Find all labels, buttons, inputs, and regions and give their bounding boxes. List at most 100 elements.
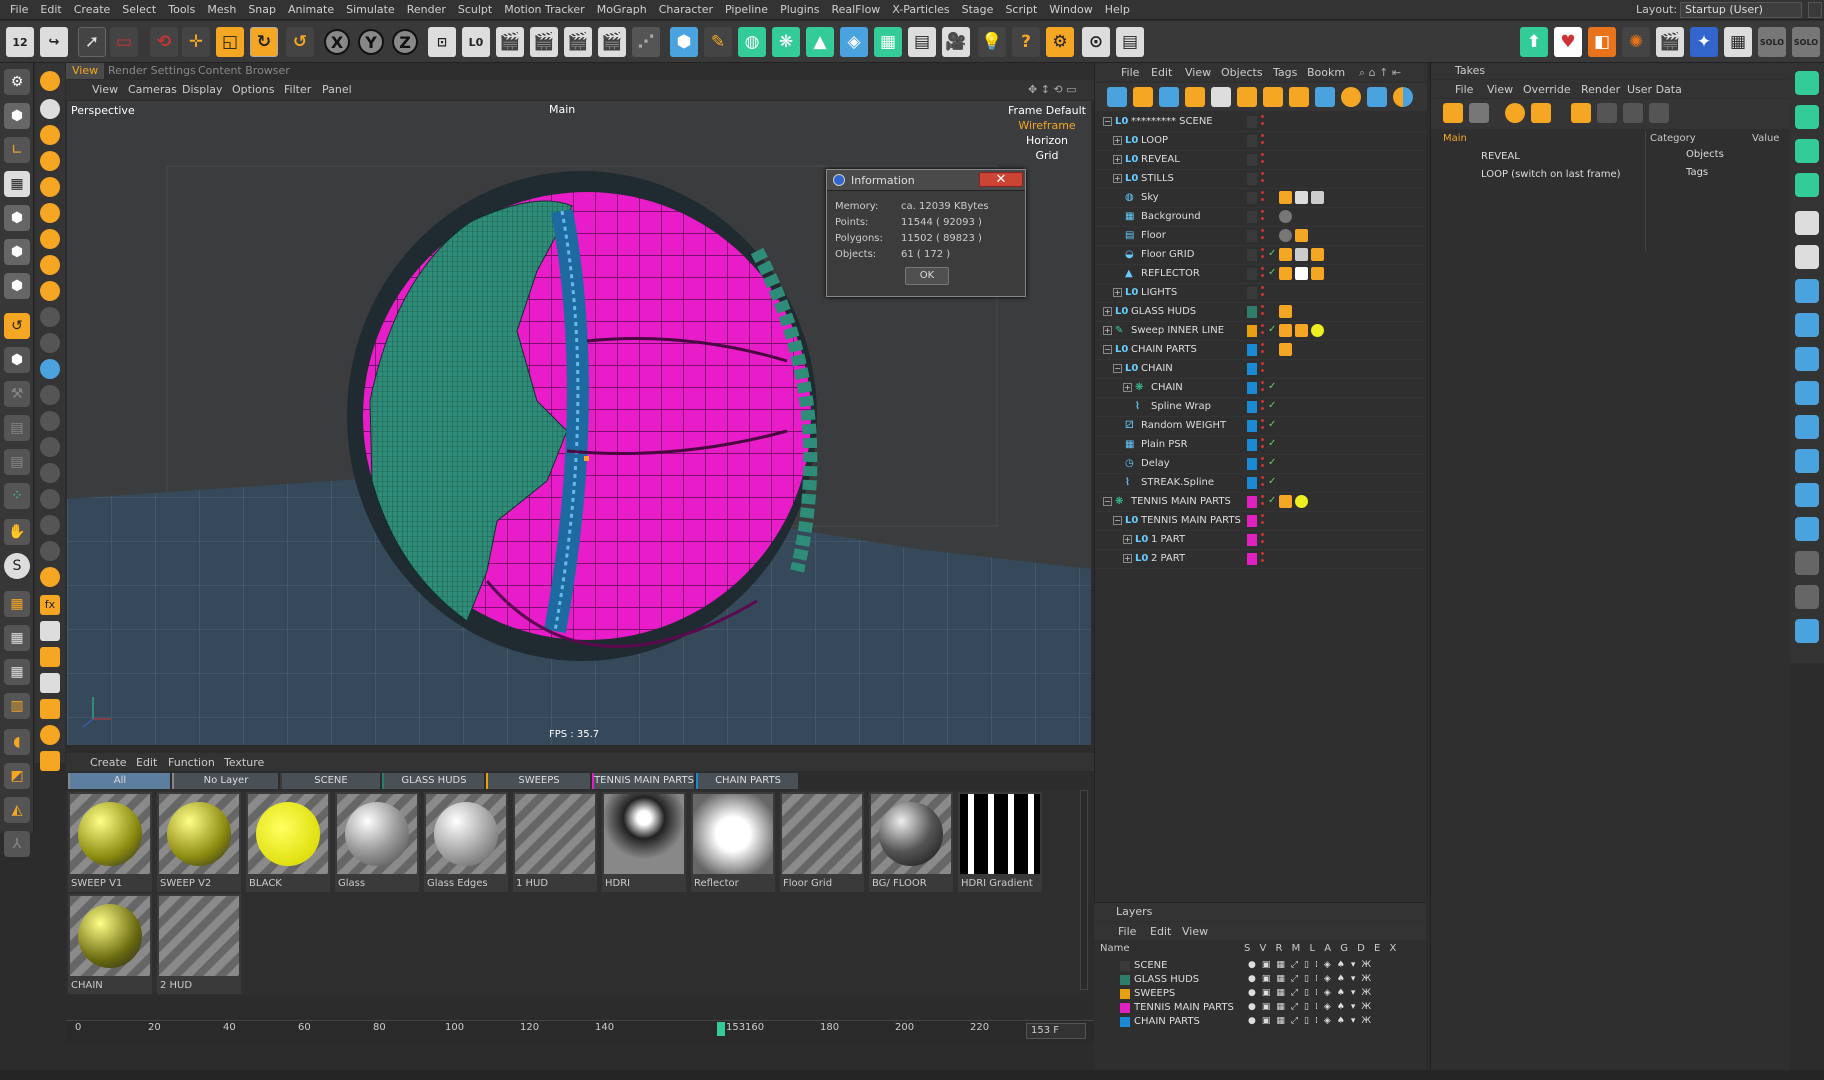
layer-row[interactable]: SCENE ●▣▦⤢▯⁞◈♠▾Ж <box>1094 959 1426 973</box>
sphere-tool3-icon[interactable] <box>40 177 60 197</box>
sphere-tool-icon[interactable] <box>40 125 60 145</box>
redo-icon[interactable]: ↪ <box>40 27 68 57</box>
right-tool-14-icon[interactable] <box>1795 517 1819 541</box>
move-icon[interactable]: ✛ <box>182 27 210 57</box>
menu-file[interactable]: File <box>4 0 34 20</box>
menu-edit[interactable]: Edit <box>34 0 67 20</box>
mesh-tool2-icon[interactable]: ▦ <box>4 659 30 685</box>
cube-icon[interactable]: ⬢ <box>670 27 698 57</box>
menu-x-particles[interactable]: X-Particles <box>886 0 955 20</box>
lasso-selection-icon[interactable]: ⟲ <box>150 27 178 57</box>
mat-menu-create[interactable]: Create <box>90 756 127 769</box>
hair-tool-icon[interactable]: ⅄ <box>4 831 30 857</box>
material-swatch[interactable]: SWEEP V1 <box>68 792 152 892</box>
mat-tab-all[interactable]: All <box>68 773 170 789</box>
box-plugin-icon[interactable]: ◧ <box>1588 27 1616 57</box>
menu-script[interactable]: Script <box>999 0 1043 20</box>
box-tool-icon[interactable]: ◩ <box>4 763 30 789</box>
render-to-picture-viewer-icon[interactable]: 🎬 <box>530 27 558 57</box>
sphere-tool4-icon[interactable] <box>40 203 60 223</box>
right-tool-5-icon[interactable] <box>1795 211 1819 235</box>
object-row[interactable]: + L0 2 PART <box>1095 550 1427 569</box>
object-row[interactable]: − L0 TENNIS MAIN PARTS <box>1095 512 1427 531</box>
viewport-nav-icons[interactable]: ✥ ↕ ⟲ ▭ <box>1028 83 1077 96</box>
object-row[interactable]: + L0 REVEAL <box>1095 151 1427 170</box>
cone-plugin-icon[interactable] <box>40 463 60 483</box>
make-editable-icon[interactable]: ⚙ <box>4 69 30 95</box>
object-row[interactable]: + L0 LIGHTS <box>1095 284 1427 303</box>
model-mode-icon[interactable]: ⬢ <box>4 103 30 129</box>
mat-tab-chain-parts[interactable]: CHAIN PARTS <box>696 773 798 789</box>
frame-tool-icon[interactable] <box>40 699 60 719</box>
sphere-tool6-icon[interactable] <box>40 255 60 275</box>
object-row[interactable]: ⚂ Random WEIGHT ✓ <box>1095 417 1427 436</box>
enable-axis-icon[interactable]: ↺ <box>4 313 30 339</box>
object-row[interactable]: − ❋ TENNIS MAIN PARTS ✓ <box>1095 493 1427 512</box>
polygons-mode-icon[interactable]: ⬢ <box>4 273 30 299</box>
takes-cat-tags[interactable]: Tags <box>1686 167 1708 178</box>
tab-view[interactable]: View <box>66 63 105 79</box>
snap-settings-icon[interactable]: ⚒ <box>4 381 30 407</box>
recent-tool-icon[interactable]: ↺ <box>286 27 314 57</box>
vp-menu-view[interactable]: View <box>92 83 118 96</box>
layer-row[interactable]: TENNIS MAIN PARTS ●▣▦⤢▯⁞◈♠▾Ж <box>1094 1001 1426 1015</box>
ok-button[interactable]: OK <box>905 267 949 285</box>
timeline-playhead[interactable] <box>717 1022 725 1036</box>
render-view-icon[interactable]: L0 <box>462 27 490 57</box>
om-menu-objects[interactable]: Objects <box>1221 66 1263 79</box>
rectangle-selection-icon[interactable]: ▭ <box>110 27 138 57</box>
menu-pipeline[interactable]: Pipeline <box>719 0 774 20</box>
vp-menu-panel[interactable]: Panel <box>322 83 352 96</box>
take-reveal[interactable]: REVEAL <box>1481 151 1520 162</box>
om-tool-select-icon[interactable] <box>1107 87 1127 107</box>
object-axis-icon[interactable]: ∟ <box>4 137 30 163</box>
background-icon[interactable]: ▤ <box>908 27 936 57</box>
om-menu-bookmarks[interactable]: Bookm <box>1307 66 1345 79</box>
close-icon[interactable]: ✕ <box>979 172 1023 187</box>
menu-create[interactable]: Create <box>68 0 117 20</box>
grid-tool-icon[interactable] <box>40 307 60 327</box>
layers-menu-file[interactable]: File <box>1118 925 1136 938</box>
menu-tools[interactable]: Tools <box>162 0 201 20</box>
object-row[interactable]: ◍ Sky <box>1095 189 1427 208</box>
om-tool-xray-icon[interactable] <box>1393 87 1413 107</box>
object-row[interactable]: ▲ REFLECTOR ✓ <box>1095 265 1427 284</box>
right-tool-2-icon[interactable] <box>1795 105 1819 129</box>
right-tool-7-icon[interactable] <box>1795 279 1819 303</box>
disabled-tool-icon[interactable]: ⋰ <box>632 27 660 57</box>
bars-icon[interactable]: ▥ <box>4 693 30 719</box>
points-mode-icon[interactable]: ⬢ <box>4 205 30 231</box>
cloner-icon[interactable]: ❋ <box>772 27 800 57</box>
texture-tool-icon[interactable] <box>40 621 60 641</box>
y-axis-icon[interactable]: Y <box>358 29 384 55</box>
material-swatch[interactable]: HDRI <box>602 792 686 892</box>
menu-plugins[interactable]: Plugins <box>774 0 825 20</box>
layout-dropdown-arrow-icon[interactable] <box>1808 2 1822 18</box>
xparticles-icon[interactable]: ✦ <box>1690 27 1718 57</box>
material-swatch[interactable]: 2 HUD <box>157 894 241 994</box>
material-swatch[interactable]: HDRI Gradient <box>958 792 1042 892</box>
rotate-icon[interactable]: ↻ <box>250 27 278 57</box>
layer-row[interactable]: GLASS HUDS ●▣▦⤢▯⁞◈♠▾Ж <box>1094 973 1426 987</box>
snap-icon[interactable]: ⊙ <box>1082 27 1110 57</box>
vp-menu-filter[interactable]: Filter <box>284 83 311 96</box>
globe-tool-icon[interactable] <box>40 359 60 379</box>
undo-icon[interactable]: 12 <box>6 27 34 57</box>
material-swatch[interactable]: BG/ FLOOR <box>869 792 953 892</box>
object-row[interactable]: ▤ Floor <box>1095 227 1427 246</box>
menu-render[interactable]: Render <box>401 0 452 20</box>
object-row[interactable]: − L0 CHAIN PARTS <box>1095 341 1427 360</box>
gear-plugin-icon[interactable]: ✺ <box>1622 27 1650 57</box>
right-tool-17-icon[interactable] <box>1795 619 1819 643</box>
take-copy-icon[interactable] <box>1469 103 1489 123</box>
object-row[interactable]: ⌇ Spline Wrap ✓ <box>1095 398 1427 417</box>
right-tool-9-icon[interactable] <box>1795 347 1819 371</box>
mat-menu-function[interactable]: Function <box>168 756 215 769</box>
material-swatch[interactable]: 1 HUD <box>513 792 597 892</box>
layers-menu-view[interactable]: View <box>1182 925 1208 938</box>
material-swatch[interactable]: CHAIN <box>68 894 152 994</box>
fx-icon[interactable]: fx <box>40 595 60 615</box>
mesh-tool-icon[interactable]: ▦ <box>4 625 30 651</box>
material-swatch[interactable]: BLACK <box>246 792 330 892</box>
notes-icon[interactable]: ▤ <box>1116 27 1144 57</box>
